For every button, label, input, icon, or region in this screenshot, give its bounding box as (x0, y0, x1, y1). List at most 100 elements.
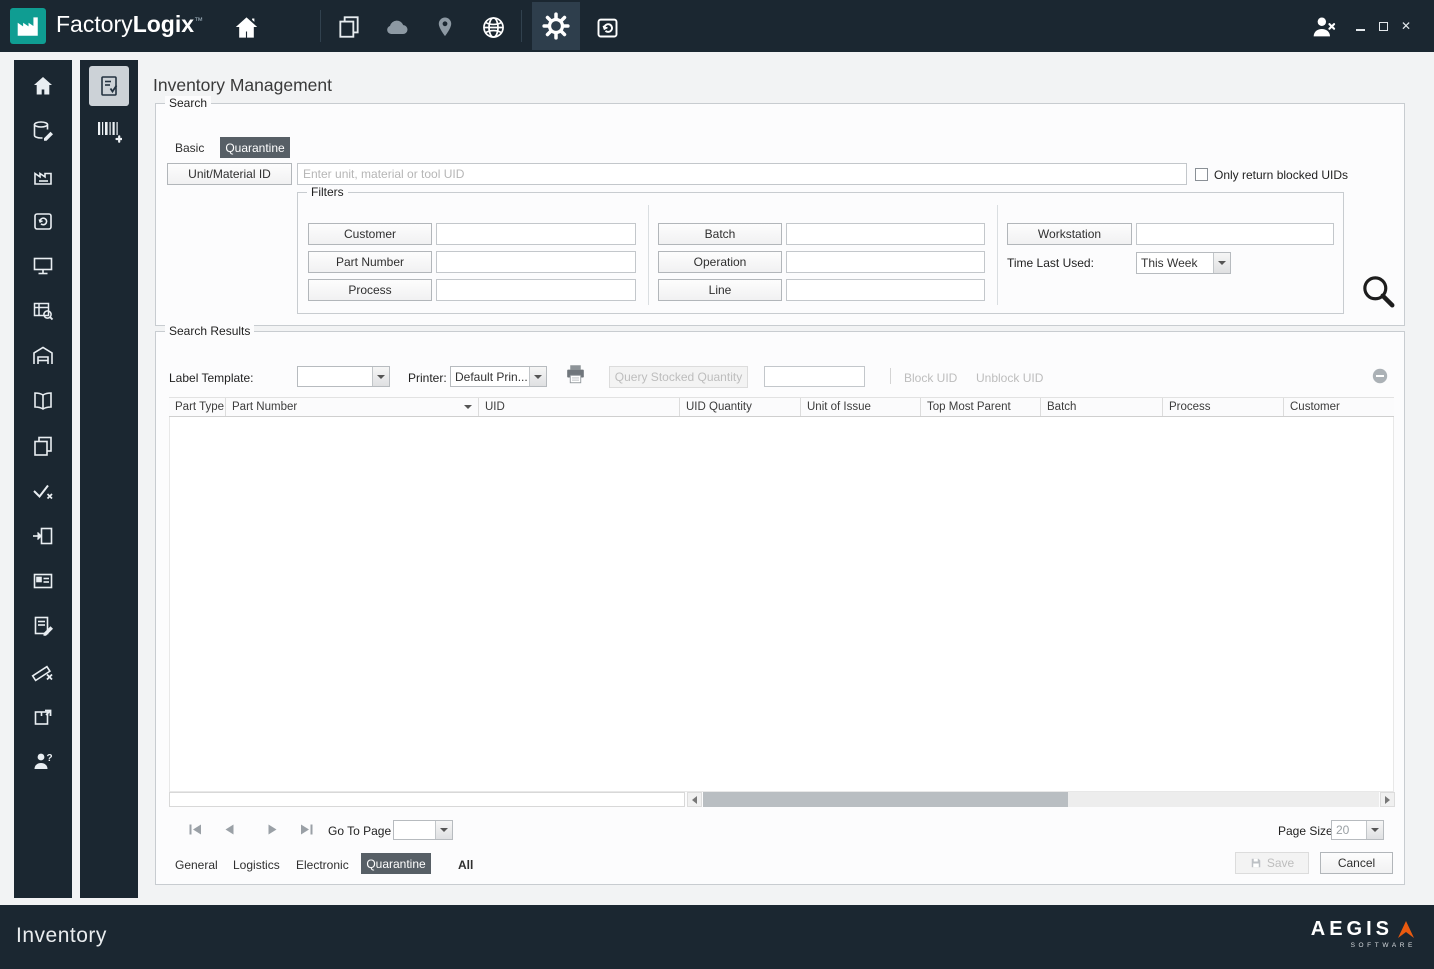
sort-arrow-icon[interactable] (464, 405, 472, 409)
label-template-select[interactable] (297, 366, 390, 387)
filter-customer-input[interactable] (436, 223, 636, 245)
chevron-down-icon[interactable] (529, 367, 546, 386)
printer-label: Printer: (408, 371, 447, 385)
printer-select[interactable]: Default Prin... (450, 366, 547, 387)
app-title: FactoryLogix™ (56, 11, 203, 38)
filter-part-number-button[interactable]: Part Number (308, 251, 432, 273)
maximize-button[interactable] (1375, 18, 1391, 34)
inventory-checklist-icon[interactable] (89, 66, 129, 106)
id-card-icon[interactable] (23, 561, 63, 601)
search-groupbox: Search Basic Quarantine Unit/Material ID… (155, 96, 1405, 326)
block-uid-button[interactable]: Block UID (904, 371, 957, 385)
blocked-uids-checkbox[interactable] (1195, 168, 1208, 181)
pager-last-icon[interactable] (298, 822, 314, 836)
filter-process-input[interactable] (436, 279, 636, 301)
settings-gear-icon[interactable] (532, 2, 580, 50)
tab-logistics[interactable]: Logistics (233, 858, 280, 872)
column-header-process[interactable]: Process (1163, 398, 1284, 416)
location-pin-icon[interactable] (430, 12, 460, 42)
label-template-label: Label Template: (169, 371, 254, 385)
package-arrow-icon[interactable] (23, 696, 63, 736)
tab-general[interactable]: General (175, 858, 218, 872)
box-history-icon[interactable] (23, 201, 63, 241)
unit-material-id-button[interactable]: Unit/Material ID (167, 163, 292, 185)
factory-icon[interactable] (23, 156, 63, 196)
filter-customer-button[interactable]: Customer (308, 223, 432, 245)
warehouse-icon[interactable] (23, 336, 63, 376)
filter-process-button[interactable]: Process (308, 279, 432, 301)
globe-icon[interactable] (478, 12, 508, 42)
book-icon[interactable] (23, 381, 63, 421)
query-stocked-quantity-button[interactable]: Query Stocked Quantity (609, 366, 748, 388)
filter-batch-input[interactable] (786, 223, 985, 245)
horizontal-scrollbar-thumb[interactable] (703, 792, 1068, 807)
save-button-label: Save (1266, 856, 1295, 870)
chevron-down-icon[interactable] (435, 821, 452, 839)
column-header-uid[interactable]: UID (479, 398, 680, 416)
filter-workstation-input[interactable] (1136, 223, 1334, 245)
tab-quarantine[interactable]: Quarantine (220, 137, 290, 158)
uid-search-input[interactable] (297, 163, 1187, 185)
column-header-batch[interactable]: Batch (1041, 398, 1163, 416)
chevron-down-icon[interactable] (1366, 821, 1383, 839)
search-magnifier-icon[interactable] (1359, 272, 1397, 315)
time-last-used-select[interactable]: This Week (1136, 252, 1231, 274)
aegis-software-text: SOFTWARE (1350, 942, 1416, 949)
save-button[interactable]: Save (1235, 852, 1309, 874)
filter-workstation-button[interactable]: Workstation (1007, 223, 1132, 245)
filter-part-number-input[interactable] (436, 251, 636, 273)
titlebar: FactoryLogix™ ✕ (0, 0, 1434, 52)
svg-text:?: ? (47, 753, 53, 764)
user-logout-icon[interactable] (1308, 12, 1338, 42)
go-to-page-label: Go To Page (328, 824, 392, 838)
monitor-icon[interactable] (23, 246, 63, 286)
tab-basic[interactable]: Basic (175, 141, 204, 155)
unblock-uid-button[interactable]: Unblock UID (976, 371, 1043, 385)
filter-line-button[interactable]: Line (658, 279, 782, 301)
page-size-select[interactable]: 20 (1331, 820, 1384, 840)
filter-batch-button[interactable]: Batch (658, 223, 782, 245)
printer-icon[interactable] (565, 364, 586, 389)
column-header-top-most-parent[interactable]: Top Most Parent (921, 398, 1041, 416)
chevron-down-icon[interactable] (372, 367, 389, 386)
check-cancel-icon[interactable] (23, 471, 63, 511)
tab-quarantine-bottom[interactable]: Quarantine (361, 853, 431, 874)
go-to-page-select[interactable] (393, 820, 453, 840)
document-edit-icon[interactable] (23, 606, 63, 646)
copy-pages-icon[interactable] (334, 12, 364, 42)
filter-operation-input[interactable] (786, 251, 985, 273)
home-icon[interactable] (231, 12, 261, 42)
column-header-uid-quantity[interactable]: UID Quantity (680, 398, 801, 416)
close-button[interactable]: ✕ (1398, 18, 1414, 34)
import-box-icon[interactable] (23, 516, 63, 556)
pager-next-icon[interactable] (264, 822, 280, 836)
results-table-body[interactable] (169, 417, 1394, 792)
tab-electronic[interactable]: Electronic (296, 858, 349, 872)
pager-prev-icon[interactable] (221, 822, 237, 836)
user-question-icon[interactable]: ? (23, 741, 63, 781)
table-search-icon[interactable] (23, 291, 63, 331)
scroll-right-icon[interactable] (1380, 792, 1395, 807)
column-header-customer[interactable]: Customer (1284, 398, 1394, 416)
ruler-cancel-icon[interactable] (23, 651, 63, 691)
copy-pages-icon[interactable] (23, 426, 63, 466)
minimize-button[interactable] (1352, 18, 1368, 34)
filter-operation-button[interactable]: Operation (658, 251, 782, 273)
home-icon[interactable] (23, 66, 63, 106)
scroll-left-icon[interactable] (687, 792, 702, 807)
cloud-icon[interactable] (382, 12, 412, 42)
chevron-down-icon[interactable] (1213, 253, 1230, 273)
tab-all[interactable]: All (458, 858, 473, 872)
cancel-button[interactable]: Cancel (1320, 852, 1393, 874)
database-edit-icon[interactable] (23, 111, 63, 151)
barcode-add-icon[interactable] (89, 111, 129, 151)
results-footer-strip (169, 792, 685, 807)
column-header-part-number[interactable]: Part Number (226, 398, 479, 416)
history-box-icon[interactable] (592, 12, 622, 42)
column-header-part-type[interactable]: Part Type (169, 398, 226, 416)
pager-first-icon[interactable] (187, 822, 203, 836)
stocked-quantity-input[interactable] (764, 366, 865, 387)
filter-line-input[interactable] (786, 279, 985, 301)
remove-circle-icon[interactable] (1372, 368, 1388, 389)
column-header-unit-of-issue[interactable]: Unit of Issue (801, 398, 921, 416)
